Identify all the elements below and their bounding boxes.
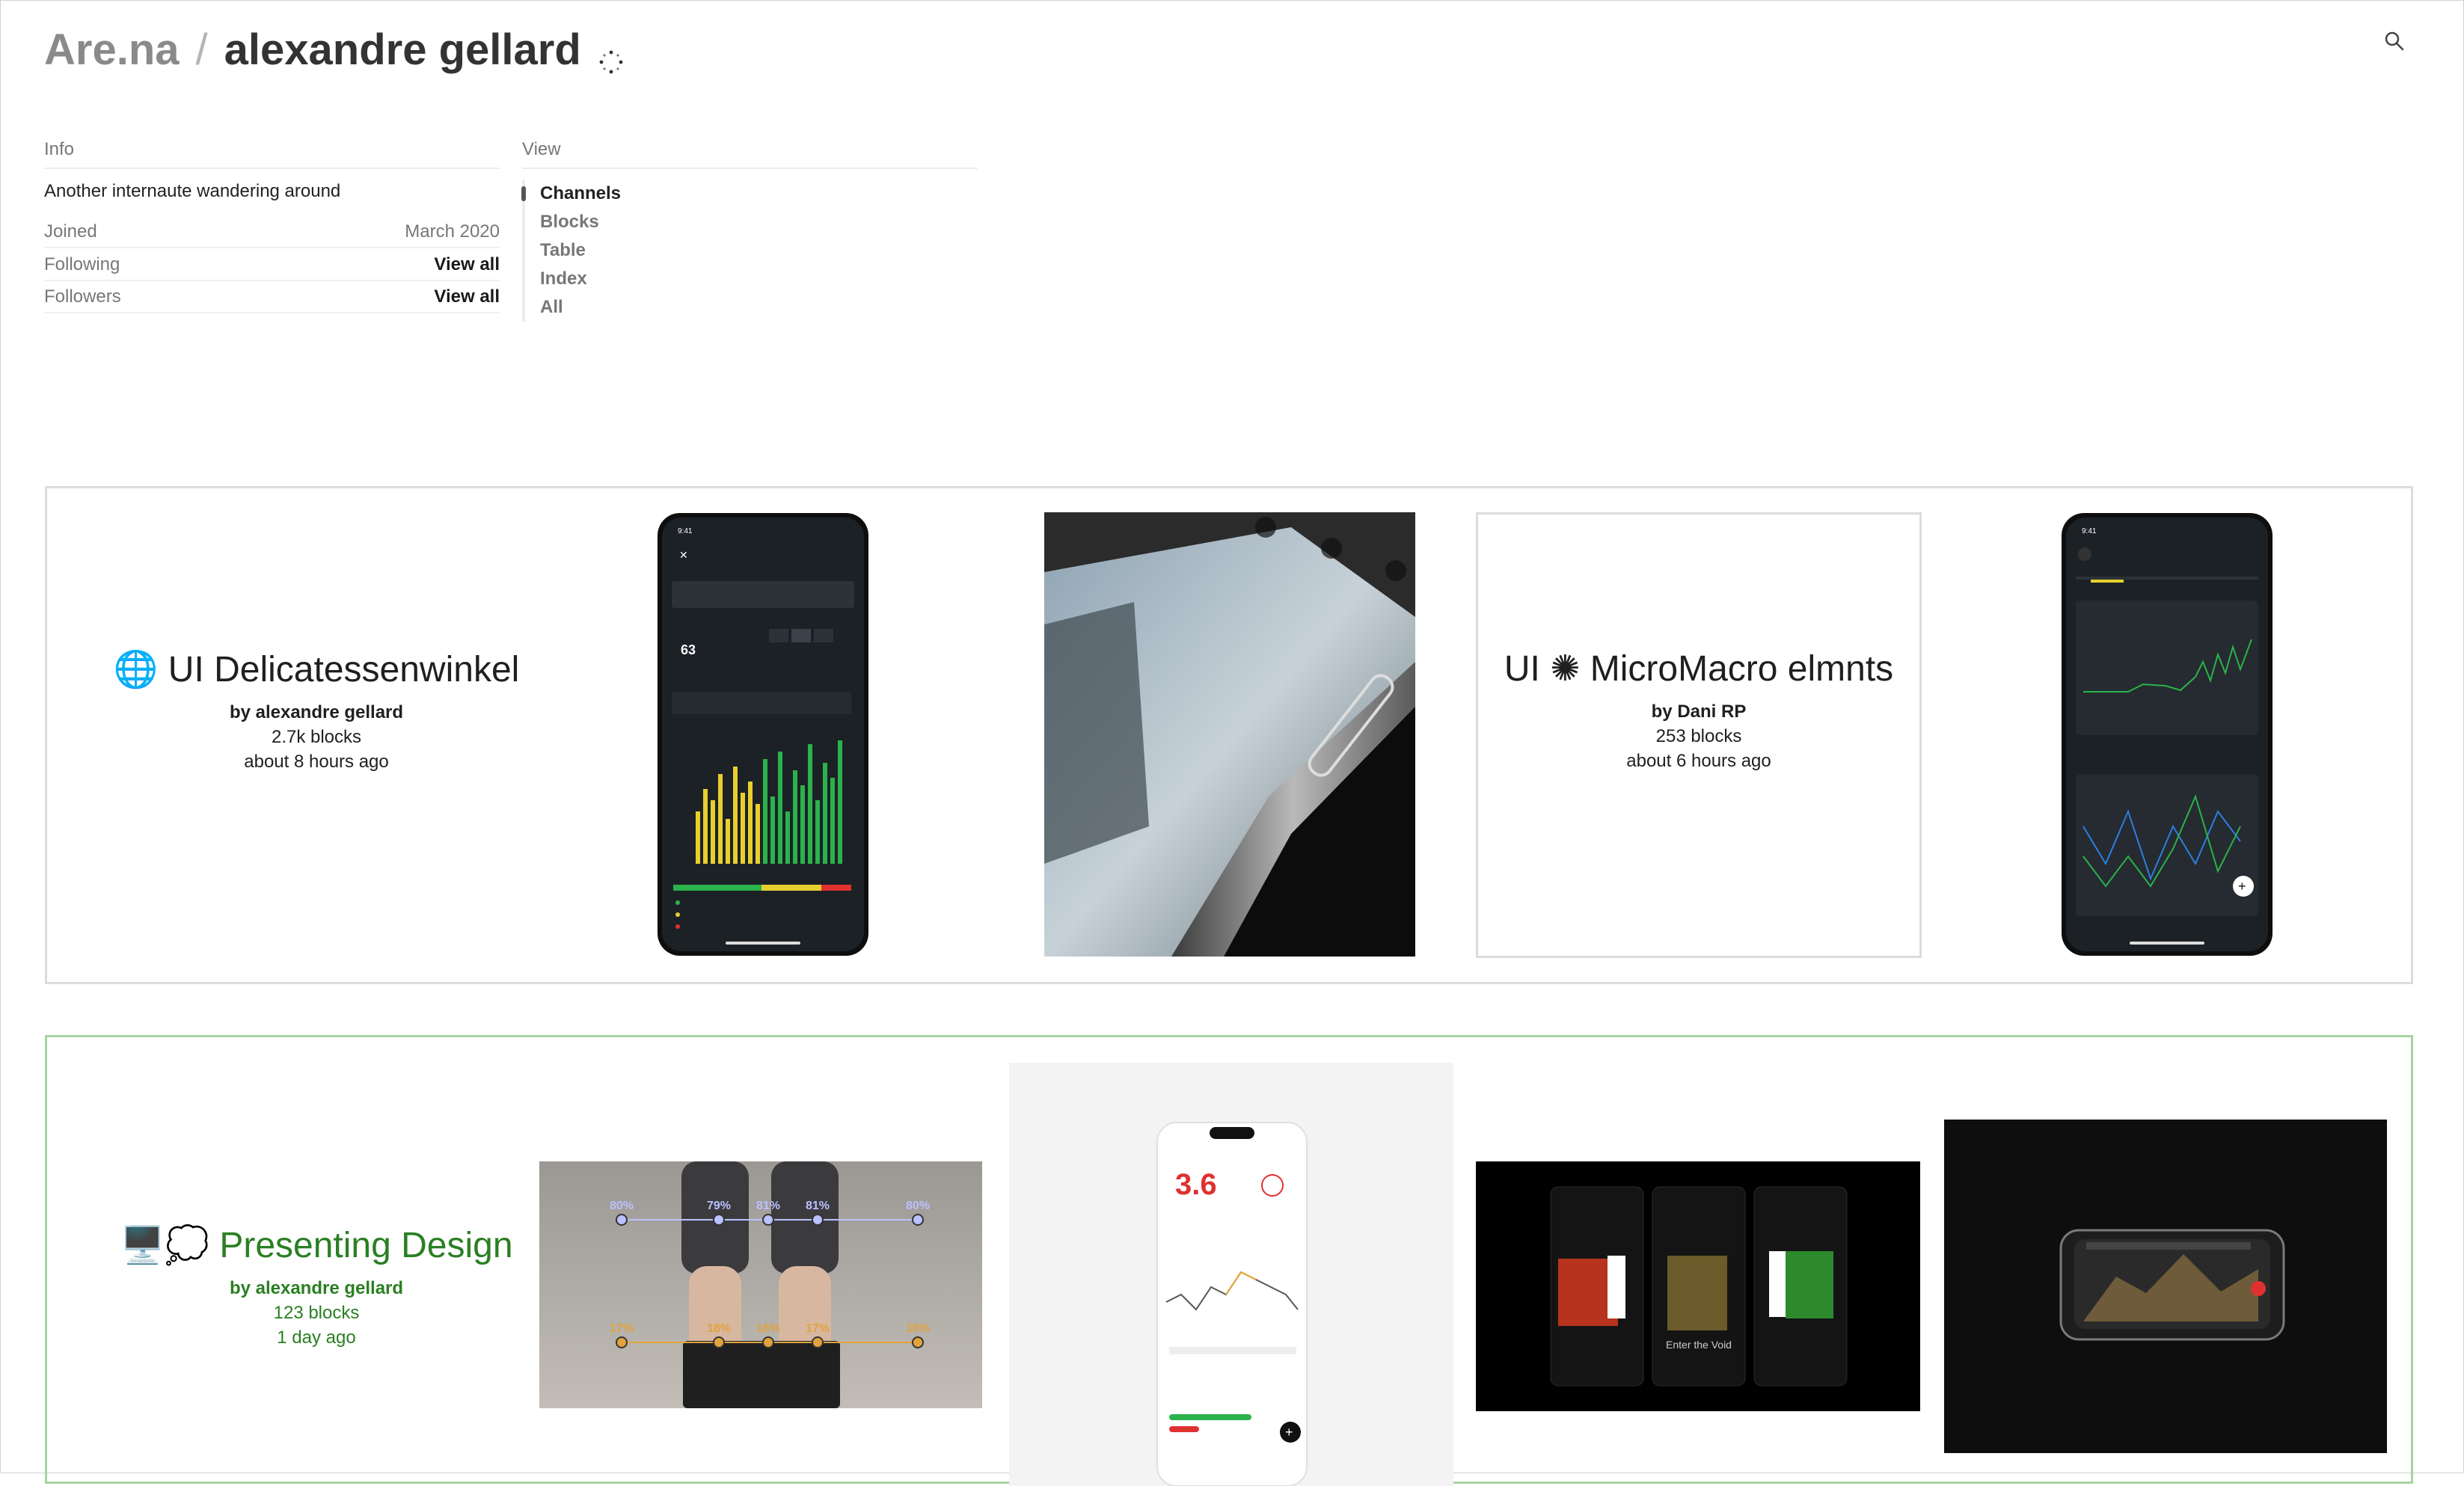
profile-bio: Another internaute wandering around	[44, 181, 341, 201]
channel-title: 🖥️💭 Presenting Design	[120, 1226, 513, 1265]
linked-channel-block[interactable]: UI ✺ MicroMacro elmnts by Dani RP 253 bl…	[1476, 512, 1922, 958]
svg-text:3.6: 3.6	[1175, 1168, 1217, 1201]
scale-label: 79%	[707, 1200, 731, 1212]
followers-view-all-link[interactable]: View all	[434, 286, 500, 307]
block-thumbnail[interactable]	[1044, 512, 1415, 957]
channel-title-block[interactable]: 🖥️💭 Presenting Design by alexandre gella…	[92, 1223, 541, 1350]
channel-title: 🌐 UI Delicatessenwinkel	[113, 650, 520, 690]
block-thumbnail[interactable]: 3.6 +	[1009, 1063, 1453, 1486]
channel-block-count: 2.7k blocks	[271, 727, 362, 747]
scale-label: 18%	[906, 1322, 930, 1335]
channel-updated: about 8 hours ago	[244, 752, 389, 772]
channel-updated: 1 day ago	[277, 1327, 356, 1348]
svg-text:63: 63	[681, 642, 696, 657]
block-thumbnail[interactable]: 9:41 +	[2061, 512, 2273, 957]
view-switcher: Channels Blocks Table Index All	[521, 179, 621, 322]
following-row: Following View all	[44, 254, 500, 281]
svg-text:9:41: 9:41	[2082, 527, 2097, 535]
block-thumbnail[interactable]: Enter the Void	[1476, 1161, 1920, 1411]
view-option-table[interactable]: Table	[540, 236, 621, 265]
joined-row: Joined March 2020	[44, 221, 500, 248]
linked-channel-author: by Dani RP	[1651, 701, 1747, 722]
computer-thought-icon: 🖥️💭	[120, 1226, 209, 1265]
scale-label: 17%	[806, 1322, 830, 1335]
channel-author: by alexandre gellard	[229, 702, 404, 722]
channel-card[interactable]: 🖥️💭 Presenting Design by alexandre gella…	[45, 1035, 2413, 1486]
search-icon[interactable]	[2383, 30, 2406, 52]
scale-label: 80%	[906, 1200, 930, 1212]
view-option-channels[interactable]: Channels	[521, 179, 621, 208]
svg-text:✕: ✕	[679, 549, 688, 561]
globe-icon: 🌐	[113, 650, 159, 690]
breadcrumb: Are.na / alexandre gellard	[44, 21, 625, 78]
site-logo-link[interactable]: Are.na	[44, 25, 180, 75]
following-label: Following	[44, 254, 120, 274]
smart-scale-photo-icon: 80% 79% 81% 81% 80% 17% 18% 16% 17% 18%	[539, 1161, 982, 1408]
followers-label: Followers	[44, 286, 121, 307]
linked-channel-title: UI ✺ MicroMacro elmnts	[1504, 649, 1894, 689]
channel-author: by alexandre gellard	[229, 1278, 404, 1298]
scale-label: 16%	[756, 1322, 780, 1335]
view-option-index[interactable]: Index	[540, 265, 621, 293]
phone-recovery-screenshot-icon: 9:41 ✕ 63	[658, 513, 868, 956]
scale-label: 80%	[610, 1200, 634, 1212]
profile-options-icon[interactable]	[598, 36, 625, 74]
view-heading: View	[522, 139, 978, 169]
svg-text:Enter the Void: Enter the Void	[1666, 1339, 1732, 1351]
channel-block-count: 123 blocks	[273, 1303, 360, 1323]
scale-label: 18%	[707, 1322, 731, 1335]
info-heading: Info	[44, 139, 500, 169]
block-thumbnail[interactable]: 9:41 ✕ 63	[657, 512, 869, 957]
phone-value-screenshot-icon: 3.6 +	[1156, 1122, 1308, 1486]
block-thumbnail[interactable]: 80% 79% 81% 81% 80% 17% 18% 16% 17% 18%	[539, 1161, 982, 1408]
phone-landscape-photo-icon	[2059, 1229, 2285, 1341]
linked-channel-block-count: 253 blocks	[1655, 726, 1742, 746]
linked-channel-title-block[interactable]: UI ✺ MicroMacro elmnts by Dani RP 253 bl…	[1478, 646, 1919, 773]
joined-value: March 2020	[405, 221, 500, 242]
followers-row: Followers View all	[44, 286, 500, 313]
linked-channel-updated: about 6 hours ago	[1626, 751, 1771, 771]
camera-app-photo-icon	[1044, 512, 1415, 957]
following-view-all-link[interactable]: View all	[434, 254, 500, 275]
breadcrumb-separator: /	[195, 25, 208, 74]
svg-text:9:41: 9:41	[678, 527, 693, 535]
joined-label: Joined	[44, 221, 97, 242]
block-thumbnail[interactable]	[1944, 1120, 2387, 1453]
phone-stress-monitor-screenshot-icon: 9:41 +	[2062, 513, 2273, 956]
scale-label: 81%	[756, 1200, 780, 1212]
scale-label: 17%	[610, 1322, 634, 1335]
three-phones-screenshot-icon: Enter the Void	[1550, 1186, 1848, 1387]
sparkle-icon: ✺	[1550, 649, 1581, 689]
svg-text:+: +	[2238, 879, 2246, 894]
view-option-all[interactable]: All	[540, 293, 621, 322]
channel-card[interactable]: 🌐 UI Delicatessenwinkel by alexandre gel…	[45, 486, 2413, 984]
profile-title: alexandre gellard	[224, 25, 581, 74]
svg-text:+: +	[1285, 1425, 1293, 1440]
view-option-blocks[interactable]: Blocks	[540, 208, 621, 236]
channel-title-block[interactable]: 🌐 UI Delicatessenwinkel by alexandre gel…	[92, 647, 541, 774]
scale-label: 81%	[806, 1200, 830, 1212]
